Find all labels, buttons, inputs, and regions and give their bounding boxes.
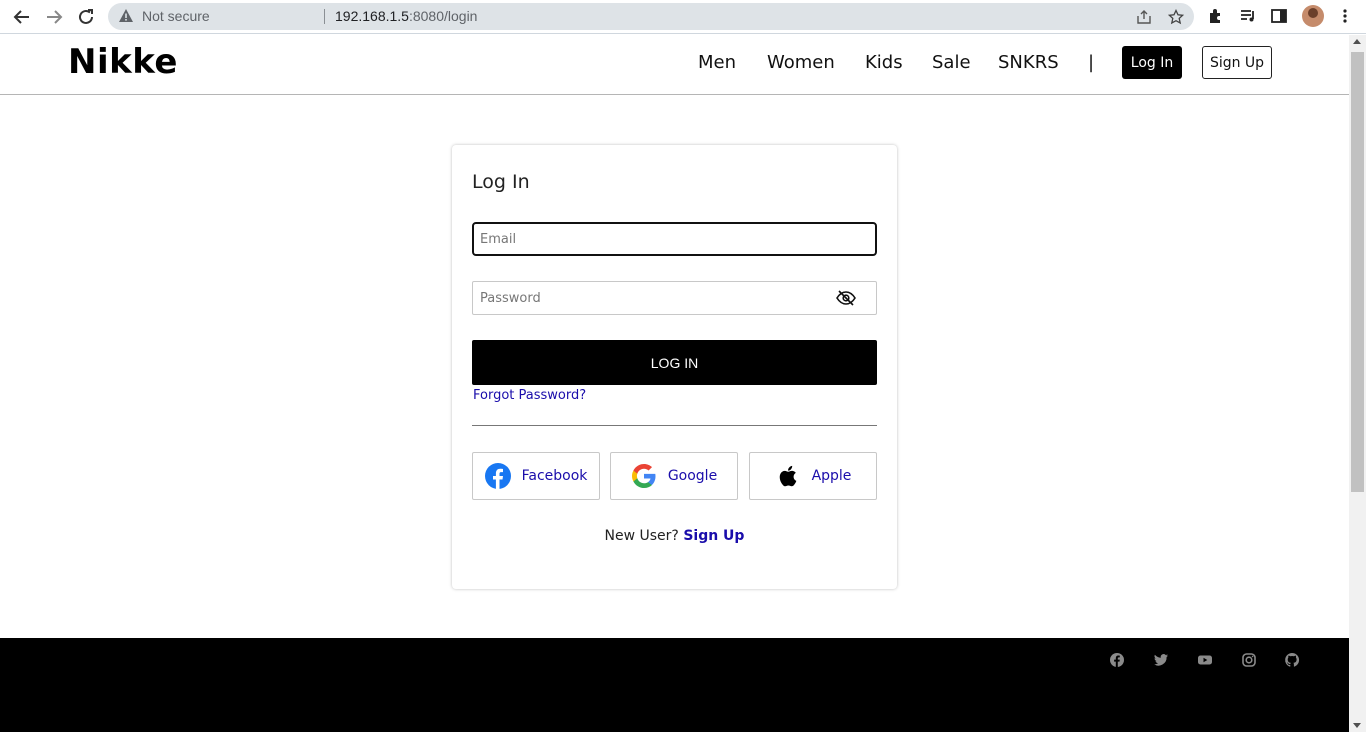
bookmark-star-icon[interactable] bbox=[1166, 7, 1186, 27]
site-logo[interactable]: Nikke bbox=[68, 42, 178, 82]
apple-icon bbox=[775, 463, 801, 489]
forward-icon[interactable] bbox=[42, 5, 66, 29]
login-title: Log In bbox=[472, 171, 530, 193]
divider bbox=[472, 425, 877, 426]
password-placeholder: Password bbox=[480, 290, 541, 306]
side-panel-icon[interactable] bbox=[1268, 5, 1290, 27]
google-label: Google bbox=[667, 468, 718, 484]
omnibox-divider bbox=[324, 9, 325, 24]
facebook-icon bbox=[484, 463, 511, 489]
menu-kebab-icon[interactable] bbox=[1334, 5, 1356, 27]
nav-sale[interactable]: Sale bbox=[932, 52, 971, 73]
back-icon[interactable] bbox=[10, 5, 34, 29]
signup-link[interactable]: Sign Up bbox=[683, 528, 744, 544]
extensions-icon[interactable] bbox=[1205, 5, 1227, 27]
twitter-icon[interactable] bbox=[1153, 652, 1169, 668]
forgot-password-link[interactable]: Forgot Password? bbox=[473, 388, 586, 403]
nav-separator: | bbox=[1088, 52, 1095, 73]
nav-women[interactable]: Women bbox=[767, 52, 835, 73]
security-label[interactable]: Not secure bbox=[142, 8, 210, 24]
share-icon[interactable] bbox=[1134, 7, 1154, 27]
address-bar[interactable]: Not secure 192.168.1.5:8080/login bbox=[108, 3, 1194, 30]
url-text[interactable]: 192.168.1.5:8080/login bbox=[335, 8, 477, 24]
nav-snkrs[interactable]: SNKRS bbox=[998, 52, 1059, 73]
nav-kids[interactable]: Kids bbox=[865, 52, 903, 73]
new-user-text: New User? bbox=[604, 528, 679, 544]
page-scrollbar[interactable] bbox=[1349, 35, 1366, 732]
reload-icon[interactable] bbox=[74, 5, 98, 29]
apple-label: Apple bbox=[811, 468, 852, 484]
login-card: Log In Email Password LOG IN Forgot Pass… bbox=[452, 145, 897, 589]
toggle-password-visibility-icon[interactable] bbox=[836, 290, 856, 306]
instagram-icon[interactable] bbox=[1241, 652, 1257, 668]
facebook-login-button[interactable]: Facebook bbox=[472, 452, 600, 500]
apple-login-button[interactable]: Apple bbox=[749, 452, 877, 500]
profile-avatar[interactable] bbox=[1302, 5, 1324, 27]
header-login-button[interactable]: Log In bbox=[1122, 46, 1182, 79]
password-field[interactable]: Password bbox=[472, 281, 877, 315]
github-icon[interactable] bbox=[1284, 652, 1300, 668]
email-placeholder: Email bbox=[480, 231, 517, 247]
scroll-down-arrow-icon[interactable] bbox=[1353, 723, 1361, 728]
google-icon bbox=[631, 463, 657, 489]
google-login-button[interactable]: Google bbox=[610, 452, 738, 500]
warning-icon[interactable] bbox=[118, 8, 134, 24]
url-host: 192.168.1.5 bbox=[335, 8, 409, 24]
site-header: Nikke Men Women Kids Sale SNKRS | Log In… bbox=[0, 35, 1349, 95]
url-path: :8080/login bbox=[408, 8, 478, 24]
browser-toolbar: Not secure 192.168.1.5:8080/login bbox=[0, 0, 1366, 34]
site-footer bbox=[0, 638, 1349, 732]
facebook-icon[interactable] bbox=[1109, 652, 1125, 668]
media-control-icon[interactable] bbox=[1237, 5, 1259, 27]
email-field[interactable]: Email bbox=[472, 222, 877, 256]
login-submit-button[interactable]: LOG IN bbox=[472, 340, 877, 385]
youtube-icon[interactable] bbox=[1197, 652, 1213, 668]
nav-men[interactable]: Men bbox=[698, 52, 736, 73]
scrollbar-thumb[interactable] bbox=[1351, 52, 1364, 492]
new-user-prompt: New User? Sign Up bbox=[452, 528, 897, 544]
facebook-label: Facebook bbox=[521, 468, 588, 484]
scroll-up-arrow-icon[interactable] bbox=[1353, 39, 1361, 44]
page-viewport: Nikke Men Women Kids Sale SNKRS | Log In… bbox=[0, 35, 1349, 732]
header-signup-button[interactable]: Sign Up bbox=[1202, 46, 1272, 79]
